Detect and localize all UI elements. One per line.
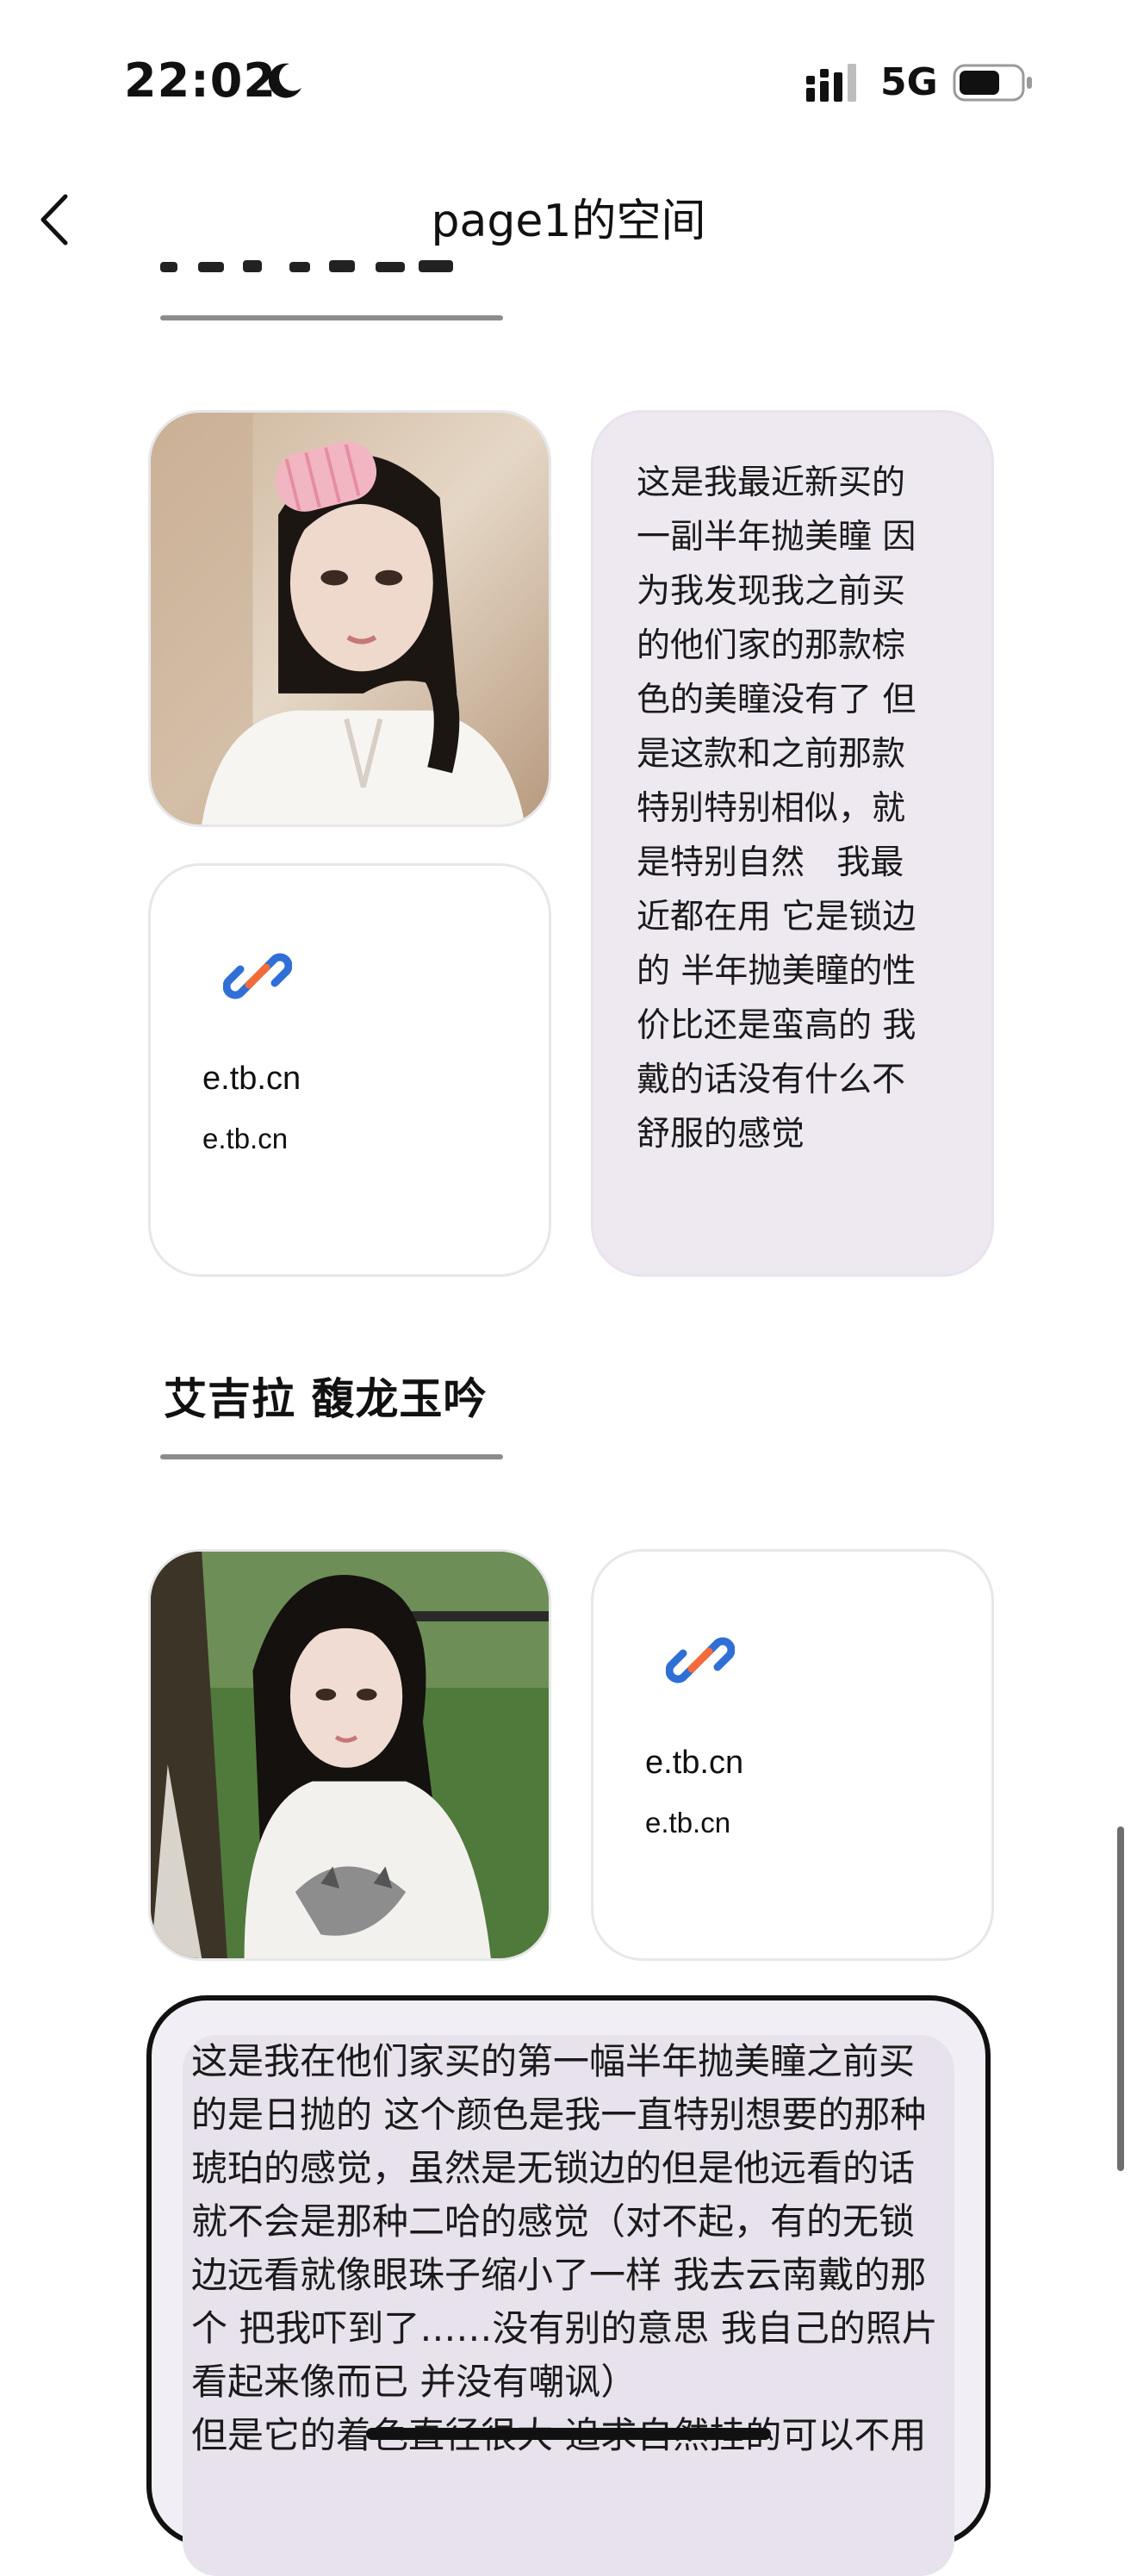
section-divider [160, 315, 503, 320]
photo-card[interactable] [148, 1549, 551, 1961]
text-line: 琥珀的感觉，虽然是无锁边的但是他远看的话 [191, 2147, 916, 2189]
girl-with-curler-photo [151, 413, 549, 824]
link-title: e.tb.cn [645, 1745, 744, 1781]
scrollbar[interactable] [1117, 1826, 1124, 2171]
text-line: 看起来像而已 并没有嘲讽） [191, 2361, 637, 2403]
text-note-content: 这是我在他们家买的第一幅半年抛美瞳之前买 的是日抛的 这个颜色是我一直特别想要的… [191, 2035, 949, 2462]
page-title: page1的空间 [431, 196, 706, 247]
section-divider [160, 1454, 503, 1459]
link-icon [666, 1637, 735, 1683]
section-title: 艾吉拉 馥龙玉吟 [164, 1374, 488, 1424]
girl-outdoor-photo [151, 1552, 549, 1958]
text-note-card[interactable]: 这是我最近新买的 一副半年抛美瞳 因 为我发现我之前买 的他们家的那款棕 色的美… [591, 410, 994, 1277]
link-subtitle: e.tb.cn [202, 1123, 289, 1154]
text-note-content: 这是我最近新买的 一副半年抛美瞳 因 为我发现我之前买 的他们家的那款棕 色的美… [637, 464, 916, 1154]
network-label: 5G [880, 60, 938, 104]
photo-card[interactable] [148, 410, 551, 827]
link-icon [223, 953, 292, 999]
text-line: 就不会是那种二哈的感觉（对不起，有的无锁 [191, 2200, 916, 2243]
text-line: 个 把我吓到了……没有别的意思 我自己的照片 [191, 2307, 938, 2349]
moon-icon [268, 63, 301, 98]
link-card[interactable]: e.tb.cn e.tb.cn [591, 1549, 994, 1961]
link-card[interactable]: e.tb.cn e.tb.cn [148, 863, 551, 1277]
battery-icon [953, 64, 1032, 102]
link-title: e.tb.cn [202, 1061, 301, 1097]
cut-off-section-title [160, 260, 453, 272]
signal-icon [806, 64, 856, 102]
home-indicator[interactable] [366, 2428, 771, 2440]
text-line: 这是我在他们家买的第一幅半年抛美瞳之前买 [191, 2040, 916, 2082]
link-subtitle: e.tb.cn [645, 1807, 731, 1839]
text-line: 的是日抛的 这个颜色是我一直特别想要的那种 [191, 2094, 927, 2136]
text-line: 边远看就像眼珠子缩小了一样 我去云南戴的那 [191, 2254, 927, 2296]
status-time: 22:02 [124, 53, 276, 108]
